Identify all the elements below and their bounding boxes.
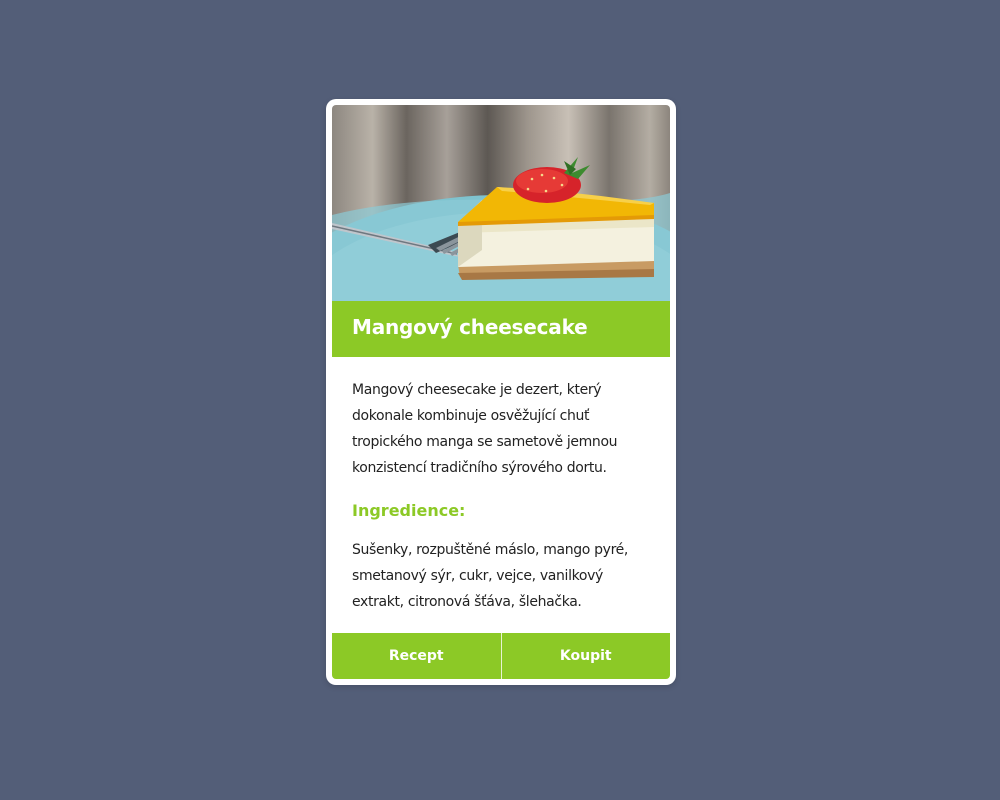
card-actions: Recept Koupit [332,633,670,679]
title-band: Mangový cheesecake [332,301,670,357]
recipe-description: Mangový cheesecake je dezert, který doko… [352,382,618,476]
recipe-button[interactable]: Recept [332,633,501,679]
recipe-card: Mangový cheesecake Mangový cheesecake je… [326,99,676,685]
ingredients-list: Sušenky, rozpuštěné máslo, mango pyré, s… [352,542,629,610]
cheesecake-photo [332,105,670,301]
recipe-title: Mangový cheesecake [352,315,588,339]
ingredients-heading: Ingredience: [352,501,466,520]
recipe-card-body: Mangový cheesecake Mangový cheesecake je… [332,105,670,679]
buy-button[interactable]: Koupit [500,633,670,679]
